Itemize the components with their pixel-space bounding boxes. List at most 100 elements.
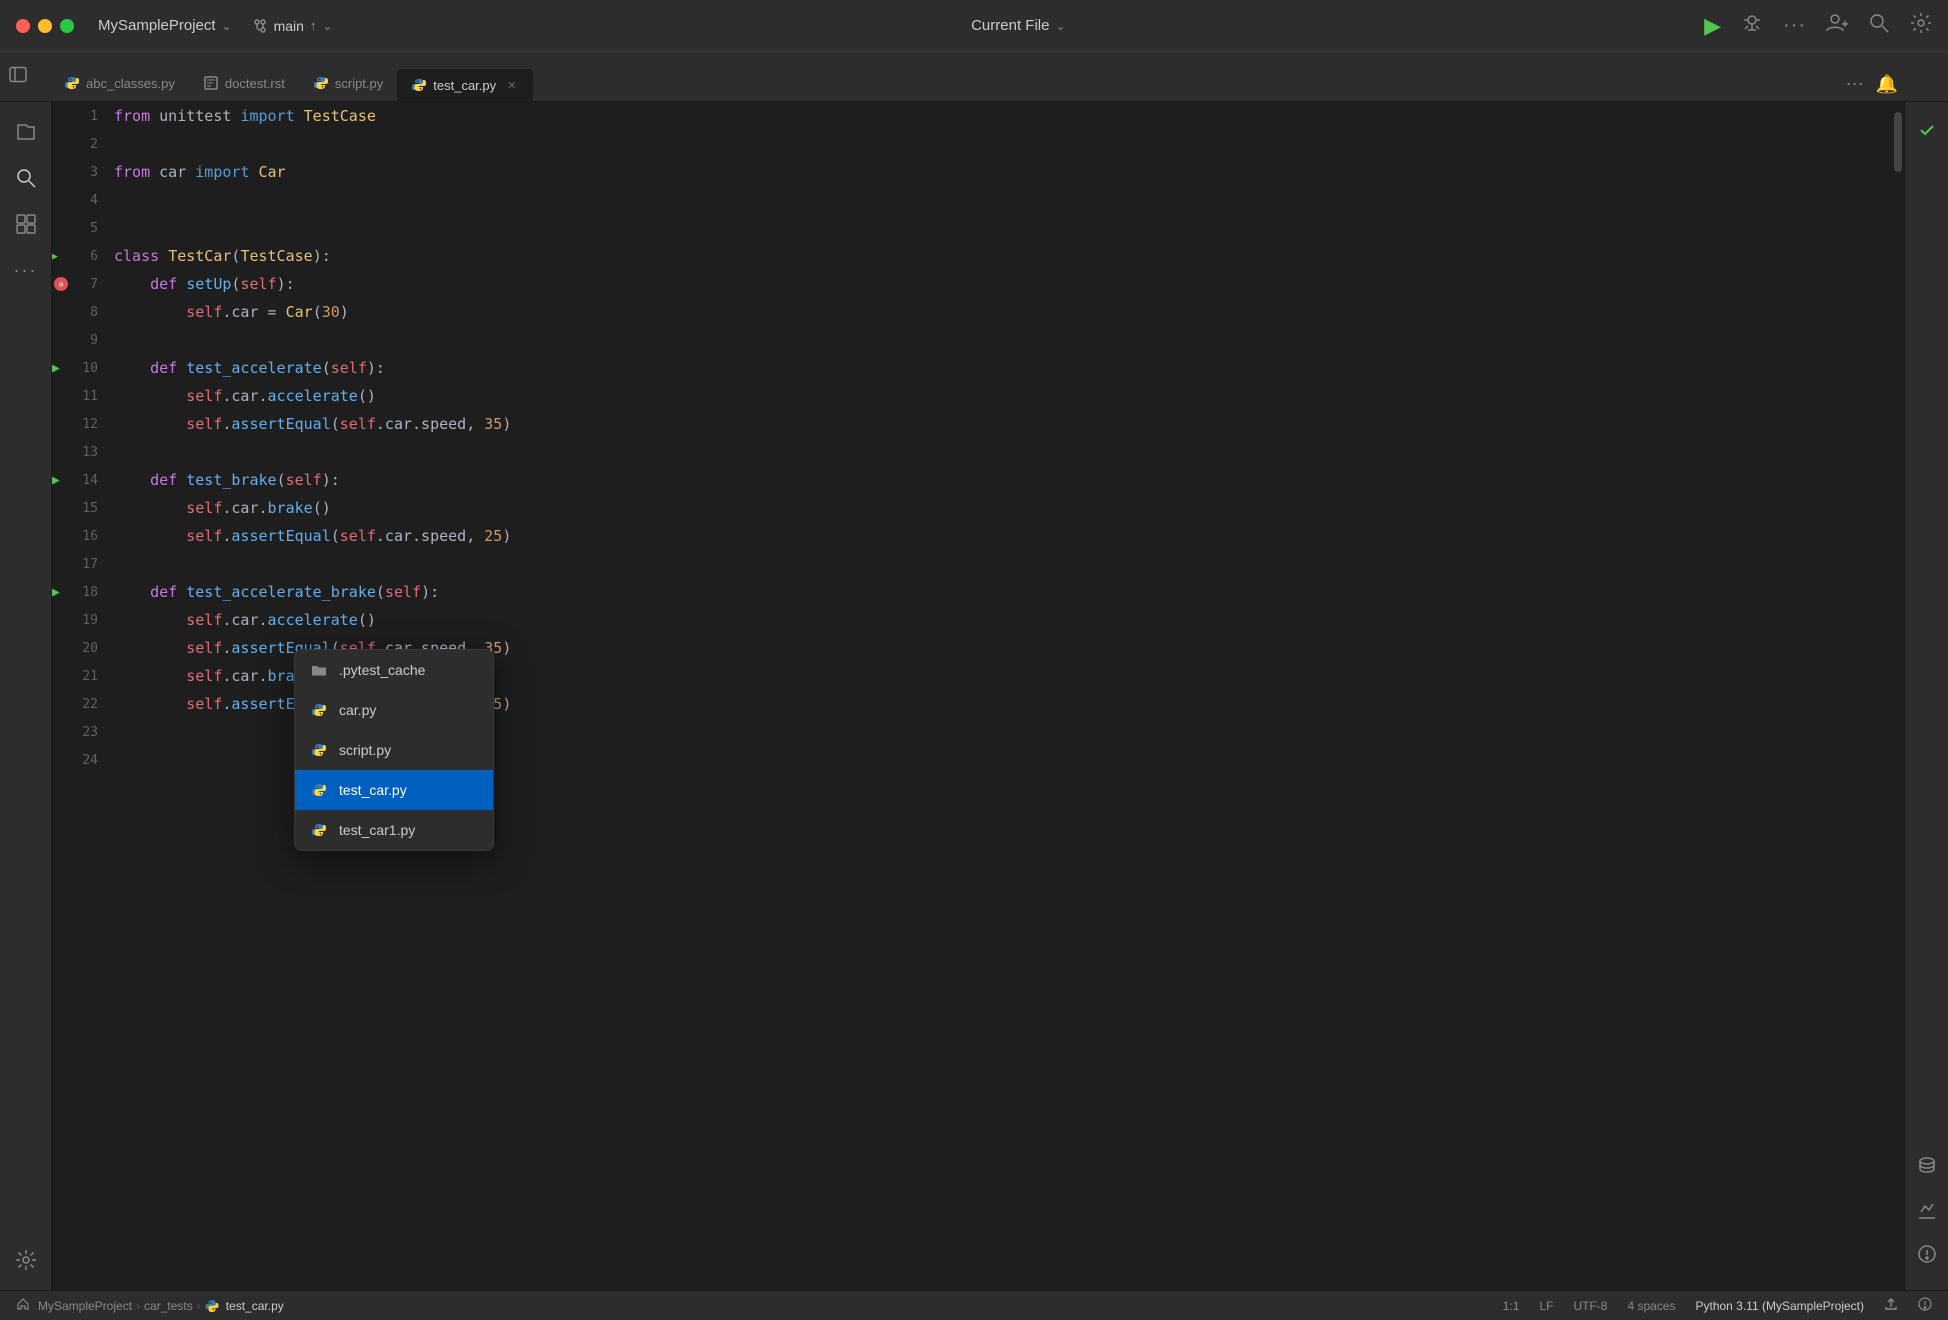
right-sidebar <box>1904 102 1948 1290</box>
tab-test-car[interactable]: test_car.py ✕ <box>397 69 533 101</box>
menu-item-label: test_car.py <box>339 782 407 798</box>
upload-icon[interactable] <box>1884 1297 1898 1314</box>
branch-up-icon: ↑ <box>310 18 317 33</box>
cursor-position[interactable]: 1:1 <box>1503 1299 1520 1313</box>
breadcrumb-chevron-1: › <box>136 1299 140 1313</box>
project-name-label: MySampleProject <box>98 17 216 34</box>
line-num-13: 13 <box>52 438 106 466</box>
menu-item-test-car1-py[interactable]: test_car1.py <box>295 810 493 850</box>
tab-abc-classes[interactable]: abc_classes.py <box>50 67 189 101</box>
menu-item-test-car-py[interactable]: test_car.py <box>295 770 493 810</box>
current-file-button[interactable]: Current File ⌄ <box>961 13 1075 38</box>
code-line-16: self.assertEqual(self.car.speed, 25) <box>114 522 1890 550</box>
encoding[interactable]: UTF-8 <box>1573 1299 1607 1313</box>
sidebar-item-search[interactable] <box>6 158 46 198</box>
menu-item-pytest-cache[interactable]: .pytest_cache <box>295 650 493 690</box>
line-num-20: 20 <box>52 634 106 662</box>
database-icon[interactable] <box>1909 1148 1945 1184</box>
file-breadcrumb[interactable]: test_car.py <box>226 1299 284 1313</box>
run-button-18[interactable]: ▶ <box>52 585 60 600</box>
close-button[interactable] <box>16 19 30 33</box>
tab-doctest[interactable]: doctest.rst <box>189 67 299 101</box>
code-line-3: from car import Car <box>114 158 1890 186</box>
tab-label: test_car.py <box>433 78 496 93</box>
menu-item-script-py[interactable]: script.py <box>295 730 493 770</box>
line-num-5: 5 <box>52 214 106 242</box>
more-options-icon[interactable]: ··· <box>1783 14 1806 37</box>
menu-item-car-py[interactable]: car.py <box>295 690 493 730</box>
folder-breadcrumb[interactable]: car_tests <box>144 1299 193 1313</box>
tab-label: doctest.rst <box>225 76 285 91</box>
line-ending[interactable]: LF <box>1539 1299 1553 1313</box>
status-bar: MySampleProject › car_tests › test_car.p… <box>0 1290 1948 1320</box>
sidebar-item-explorer[interactable] <box>6 112 46 152</box>
add-person-icon[interactable] <box>1826 12 1848 40</box>
status-bar-left: MySampleProject › car_tests › test_car.p… <box>16 1297 284 1314</box>
line-num-2: 2 <box>52 130 106 158</box>
tab-bar: abc_classes.py doctest.rst script.py tes… <box>0 52 1948 102</box>
warning-icon[interactable] <box>1909 1236 1945 1272</box>
checkmark-icon[interactable] <box>1909 112 1945 148</box>
settings-icon[interactable] <box>1910 12 1932 40</box>
line-num-24: 24 <box>52 746 106 774</box>
scrollbar-thumb[interactable] <box>1894 112 1902 172</box>
line-num-18: 18▶ <box>52 578 106 606</box>
rst-icon <box>203 75 219 91</box>
line-num-7: 7⊙ <box>52 270 106 298</box>
title-bar-actions: ▶ ··· <box>1704 12 1932 40</box>
project-selector[interactable]: MySampleProject ⌄ <box>98 17 232 34</box>
tab-close-button[interactable]: ✕ <box>504 78 519 93</box>
activity-bar: ··· <box>0 102 52 1290</box>
line-num-10: 10▶ <box>52 354 106 382</box>
breadcrumb-chevron-2: › <box>197 1299 201 1313</box>
tab-script[interactable]: script.py <box>299 67 397 101</box>
scrollbar-track[interactable] <box>1890 102 1904 1290</box>
line-num-14: 14▶ <box>52 466 106 494</box>
code-line-10: def test_accelerate(self): <box>114 354 1890 382</box>
search-icon[interactable] <box>1868 12 1890 40</box>
run-icon[interactable]: ▶ <box>1704 13 1721 39</box>
home-icon <box>16 1297 30 1314</box>
sidebar-toggle[interactable] <box>8 64 28 89</box>
line-num-19: 19 <box>52 606 106 634</box>
run-button-14[interactable]: ▶ <box>52 473 60 488</box>
sidebar-item-plugins[interactable] <box>6 1240 46 1280</box>
line-num-15: 15 <box>52 494 106 522</box>
title-bar-center: Current File ⌄ <box>349 13 1689 38</box>
project-chevron-icon: ⌄ <box>222 19 232 33</box>
project-breadcrumb[interactable]: MySampleProject <box>38 1299 132 1313</box>
editor-area: 1 2 3 4 5 6▶ 7⊙ 8 9 10▶ 11 12 13 14▶ 15 … <box>52 102 1948 1290</box>
code-line-8: self.car = Car(30) <box>114 298 1890 326</box>
run-button-6[interactable]: ▶ <box>52 249 58 264</box>
line-num-23: 23 <box>52 718 106 746</box>
line-num-11: 11 <box>52 382 106 410</box>
line-num-22: 22 <box>52 690 106 718</box>
breakpoint-7[interactable]: ⊙ <box>54 277 68 291</box>
menu-item-label: script.py <box>339 742 391 758</box>
title-bar: MySampleProject ⌄ main ↑ ⌄ Current File … <box>0 0 1948 52</box>
error-indicator[interactable] <box>1918 1297 1932 1314</box>
branch-selector[interactable]: main ↑ ⌄ <box>252 18 333 34</box>
line-num-8: 8 <box>52 298 106 326</box>
py-file-icon <box>309 780 329 800</box>
code-editor[interactable]: from unittest import TestCase from car i… <box>114 102 1890 1290</box>
sidebar-item-more[interactable]: ··· <box>6 250 46 290</box>
notification-icon[interactable]: 🔔 <box>1876 74 1898 95</box>
line-num-4: 4 <box>52 186 106 214</box>
fullscreen-button[interactable] <box>60 19 74 33</box>
debug-icon[interactable] <box>1741 12 1763 40</box>
line-num-21: 21 <box>52 662 106 690</box>
indent-type[interactable]: 4 spaces <box>1627 1299 1675 1313</box>
code-line-11: self.car.accelerate() <box>114 382 1890 410</box>
language-selector[interactable]: Python 3.11 (MySampleProject) <box>1695 1299 1864 1313</box>
menu-item-label: .pytest_cache <box>339 662 425 678</box>
run-button-10[interactable]: ▶ <box>52 361 60 376</box>
chart-icon[interactable] <box>1909 1192 1945 1228</box>
sidebar-item-extensions[interactable] <box>6 204 46 244</box>
traffic-lights <box>16 19 74 33</box>
tab-overflow-icon[interactable]: ⋯ <box>1846 74 1864 95</box>
line-num-3: 3 <box>52 158 106 186</box>
minimize-button[interactable] <box>38 19 52 33</box>
folder-icon <box>309 660 329 680</box>
branch-icon <box>252 18 268 34</box>
